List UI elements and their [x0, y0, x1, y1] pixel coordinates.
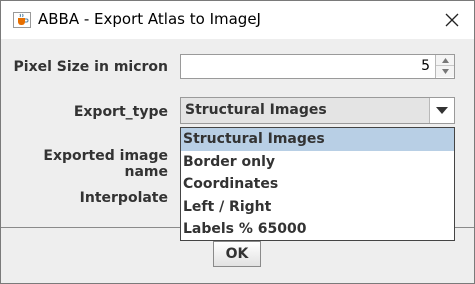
dropdown-item-coordinates[interactable]: Coordinates [181, 173, 454, 196]
title-bar[interactable]: ABBA - Export Atlas to ImageJ [1, 1, 474, 39]
pixel-size-value[interactable]: 5 [421, 58, 430, 74]
chevron-down-icon [441, 69, 449, 74]
dropdown-item-structural-images[interactable]: Structural Images [181, 128, 454, 151]
spin-up-button[interactable] [436, 55, 454, 66]
close-button[interactable] [434, 5, 470, 35]
java-cup-icon [13, 12, 31, 28]
spinner-buttons [435, 55, 454, 78]
window-title: ABBA - Export Atlas to ImageJ [38, 10, 261, 28]
interpolate-label: Interpolate [79, 190, 168, 206]
export-type-dropdown-list: Structural Images Border only Coordinate… [180, 127, 455, 241]
ok-button[interactable]: OK [213, 241, 261, 267]
dropdown-item-border-only[interactable]: Border only [181, 151, 454, 174]
dropdown-item-left-right[interactable]: Left / Right [181, 196, 454, 219]
pixel-size-spinner[interactable]: 5 [180, 54, 455, 79]
chevron-up-icon [441, 57, 449, 63]
triangle-down-icon [436, 107, 448, 114]
spin-down-button[interactable] [436, 66, 454, 77]
exported-image-name-label: Exported image name [43, 148, 168, 180]
close-icon [445, 13, 459, 27]
dropdown-item-labels[interactable]: Labels % 65000 [181, 218, 454, 241]
export-type-combobox[interactable]: Structural Images [180, 97, 455, 124]
export-type-value: Structural Images [185, 102, 327, 118]
pixel-size-label: Pixel Size in micron [13, 59, 168, 75]
dialog-window: ABBA - Export Atlas to ImageJ Pixel Size… [0, 0, 475, 284]
export-type-label: Export_type [73, 104, 168, 120]
dialog-content: Pixel Size in micron 5 Export_type Struc… [1, 39, 474, 283]
combo-arrow-button[interactable] [429, 98, 454, 123]
